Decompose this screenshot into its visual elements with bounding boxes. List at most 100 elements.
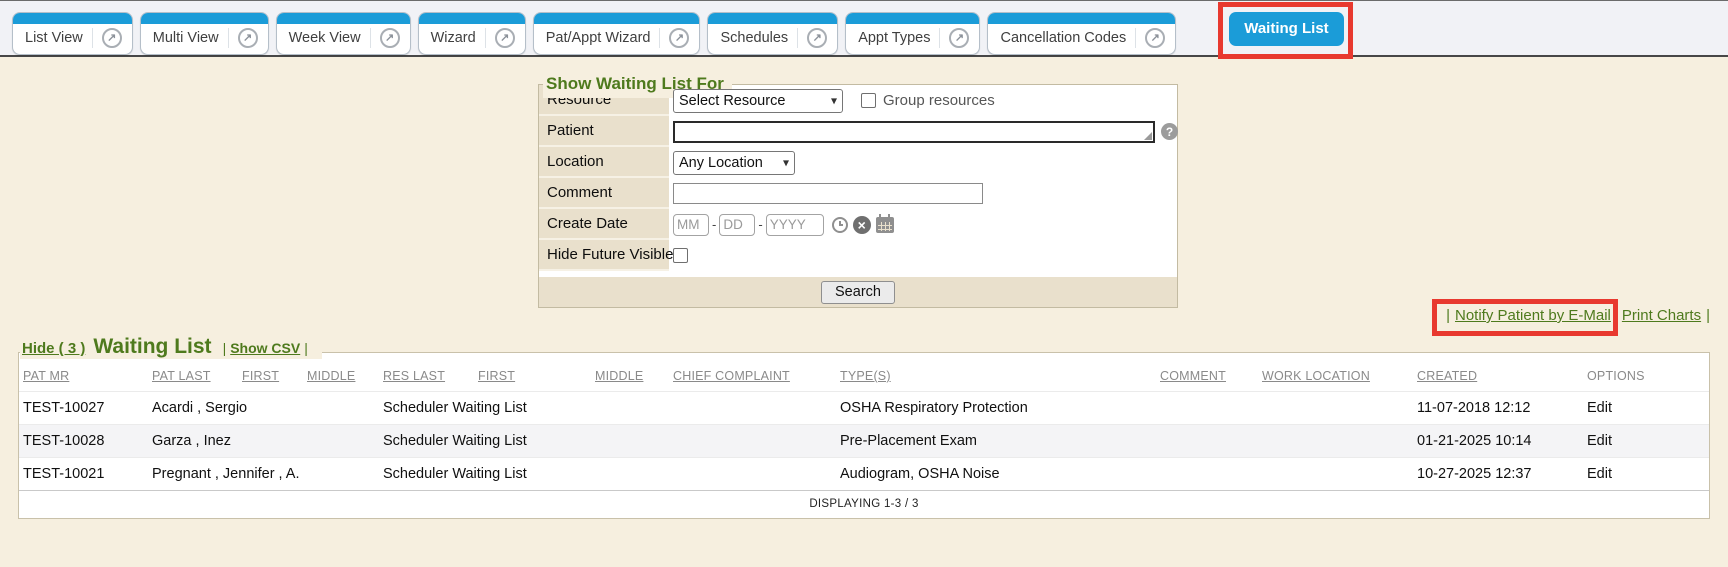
edit-link[interactable]: Edit — [1587, 400, 1612, 416]
form-row-location: Location Any Location — [539, 147, 1177, 178]
col-header-res-last[interactable]: RES LAST — [379, 361, 474, 392]
time-icon[interactable] — [832, 217, 848, 233]
edit-link[interactable]: Edit — [1587, 466, 1612, 482]
tab-multi-view[interactable]: Multi View ↗ — [140, 12, 269, 55]
tab-label: Cancellation Codes — [1000, 30, 1126, 46]
notify-patient-by-email-link[interactable]: Notify Patient by E-Mail — [1455, 307, 1611, 324]
clear-date-icon[interactable]: × — [853, 216, 871, 234]
create-date-day-input[interactable] — [719, 214, 755, 236]
hide-future-visible-checkbox[interactable] — [673, 248, 688, 263]
col-header-created[interactable]: CREATED — [1413, 361, 1583, 392]
show-waiting-list-form: Show Waiting List For Resource Select Re… — [538, 84, 1178, 308]
location-select[interactable]: Any Location — [673, 151, 795, 175]
col-header-types[interactable]: TYPE(S) — [836, 361, 1156, 392]
waiting-list-legend: Hide ( 3 ) Waiting List | Show CSV | — [20, 335, 322, 359]
hide-future-visible-label: Hide Future Visible — [539, 240, 669, 271]
col-header-first[interactable]: FIRST — [238, 361, 303, 392]
table-row: TEST-10028 Garza , Inez Scheduler Waitin… — [19, 425, 1709, 458]
cell-chief-complaint — [669, 458, 836, 491]
open-new-window-icon[interactable]: ↗ — [659, 28, 689, 48]
tab-label: Week View — [289, 30, 361, 46]
table-row: TEST-10027 Acardi , Sergio Scheduler Wai… — [19, 392, 1709, 425]
open-new-window-icon[interactable]: ↗ — [485, 28, 515, 48]
cell-res-name: Scheduler Waiting List — [379, 392, 669, 425]
col-header-res-middle[interactable]: MIDDLE — [591, 361, 669, 392]
tab-top-bar — [13, 13, 132, 24]
tab-waiting-list[interactable]: Waiting List — [1229, 12, 1343, 46]
tab-label: Multi View — [153, 30, 219, 46]
top-tab-strip: List View ↗ Multi View ↗ Week View ↗ Wiz… — [0, 0, 1728, 57]
hide-toggle-link[interactable]: Hide ( 3 ) — [22, 340, 85, 357]
cell-comment — [1156, 425, 1258, 458]
cell-pat-name: Pregnant , Jennifer , A. — [148, 458, 379, 491]
open-new-window-icon[interactable]: ↗ — [92, 28, 122, 48]
cell-pat-mr: TEST-10027 — [19, 392, 148, 425]
cell-res-name: Scheduler Waiting List — [379, 425, 669, 458]
cell-res-name: Scheduler Waiting List — [379, 458, 669, 491]
open-new-window-icon[interactable]: ↗ — [370, 28, 400, 48]
open-new-window-icon[interactable]: ↗ — [1135, 28, 1165, 48]
create-date-year-input[interactable] — [766, 214, 824, 236]
notify-link-group: | Notify Patient by E-Mail — [1439, 307, 1613, 324]
tab-top-bar — [534, 13, 700, 24]
edit-link[interactable]: Edit — [1587, 433, 1612, 449]
group-resources-label: Group resources — [883, 92, 995, 109]
cell-pat-name: Garza , Inez — [148, 425, 379, 458]
search-row: Search — [539, 277, 1177, 307]
cell-created: 01-21-2025 10:14 — [1413, 425, 1583, 458]
cell-types: Pre-Placement Exam — [836, 425, 1156, 458]
table-row: TEST-10021 Pregnant , Jennifer , A. Sche… — [19, 458, 1709, 491]
tab-cancellation-codes[interactable]: Cancellation Codes ↗ — [987, 12, 1176, 55]
col-header-pat-mr[interactable]: PAT MR — [19, 361, 148, 392]
tab-schedules[interactable]: Schedules ↗ — [707, 12, 838, 55]
create-date-month-input[interactable] — [673, 214, 709, 236]
search-button[interactable]: Search — [821, 281, 895, 304]
resource-select[interactable]: Select Resource — [673, 89, 843, 113]
tab-label: Schedules — [720, 30, 788, 46]
tab-bar: List View ↗ Multi View ↗ Week View ↗ Wiz… — [12, 12, 1344, 55]
cell-pat-name: Acardi , Sergio — [148, 392, 379, 425]
pipe-separator: | — [1446, 307, 1450, 324]
cell-chief-complaint — [669, 392, 836, 425]
cell-chief-complaint — [669, 425, 836, 458]
col-header-res-first[interactable]: FIRST — [474, 361, 591, 392]
print-charts-link[interactable]: Print Charts — [1622, 307, 1701, 324]
pipe-separator: | — [1706, 307, 1710, 324]
tab-top-bar — [988, 13, 1175, 24]
col-header-comment[interactable]: COMMENT — [1156, 361, 1258, 392]
form-row-hide-future-visible: Hide Future Visible — [539, 240, 1177, 271]
tab-wizard[interactable]: Wizard ↗ — [418, 12, 526, 55]
open-new-window-icon[interactable]: ↗ — [797, 28, 827, 48]
tab-pat-appt-wizard[interactable]: Pat/Appt Wizard ↗ — [533, 12, 701, 55]
patient-input[interactable] — [673, 121, 1155, 143]
group-resources-checkbox[interactable] — [861, 93, 876, 108]
tab-list-view[interactable]: List View ↗ — [12, 12, 133, 55]
help-icon[interactable]: ? — [1161, 123, 1178, 140]
col-header-middle[interactable]: MIDDLE — [303, 361, 379, 392]
create-date-label: Create Date — [539, 209, 669, 240]
waiting-list-table: PAT MR PAT LAST FIRST MIDDLE RES LAST FI… — [19, 361, 1709, 490]
comment-input[interactable] — [673, 183, 983, 204]
col-header-work-location[interactable]: WORK LOCATION — [1258, 361, 1413, 392]
col-header-chief-complaint[interactable]: CHIEF COMPLAINT — [669, 361, 836, 392]
cell-work-location — [1258, 425, 1413, 458]
tab-week-view[interactable]: Week View ↗ — [276, 12, 411, 55]
tab-label: Waiting List — [1244, 20, 1328, 37]
form-row-comment: Comment — [539, 178, 1177, 209]
col-header-pat-last[interactable]: PAT LAST — [148, 361, 238, 392]
tab-top-bar — [419, 13, 525, 24]
cell-comment — [1156, 458, 1258, 491]
cell-types: Audiogram, OSHA Noise — [836, 458, 1156, 491]
resource-select-wrap: Select Resource — [673, 89, 843, 113]
tab-appt-types[interactable]: Appt Types ↗ — [845, 12, 980, 55]
pipe-separator: | — [223, 340, 227, 356]
calendar-icon[interactable] — [876, 217, 894, 233]
show-csv-link[interactable]: Show CSV — [230, 340, 300, 356]
cell-work-location — [1258, 458, 1413, 491]
cell-types: OSHA Respiratory Protection — [836, 392, 1156, 425]
tab-label: Wizard — [431, 30, 476, 46]
open-new-window-icon[interactable]: ↗ — [228, 28, 258, 48]
action-links: | Notify Patient by E-Mail Print Charts … — [1439, 307, 1715, 324]
open-new-window-icon[interactable]: ↗ — [939, 28, 969, 48]
cell-pat-mr: TEST-10021 — [19, 458, 148, 491]
